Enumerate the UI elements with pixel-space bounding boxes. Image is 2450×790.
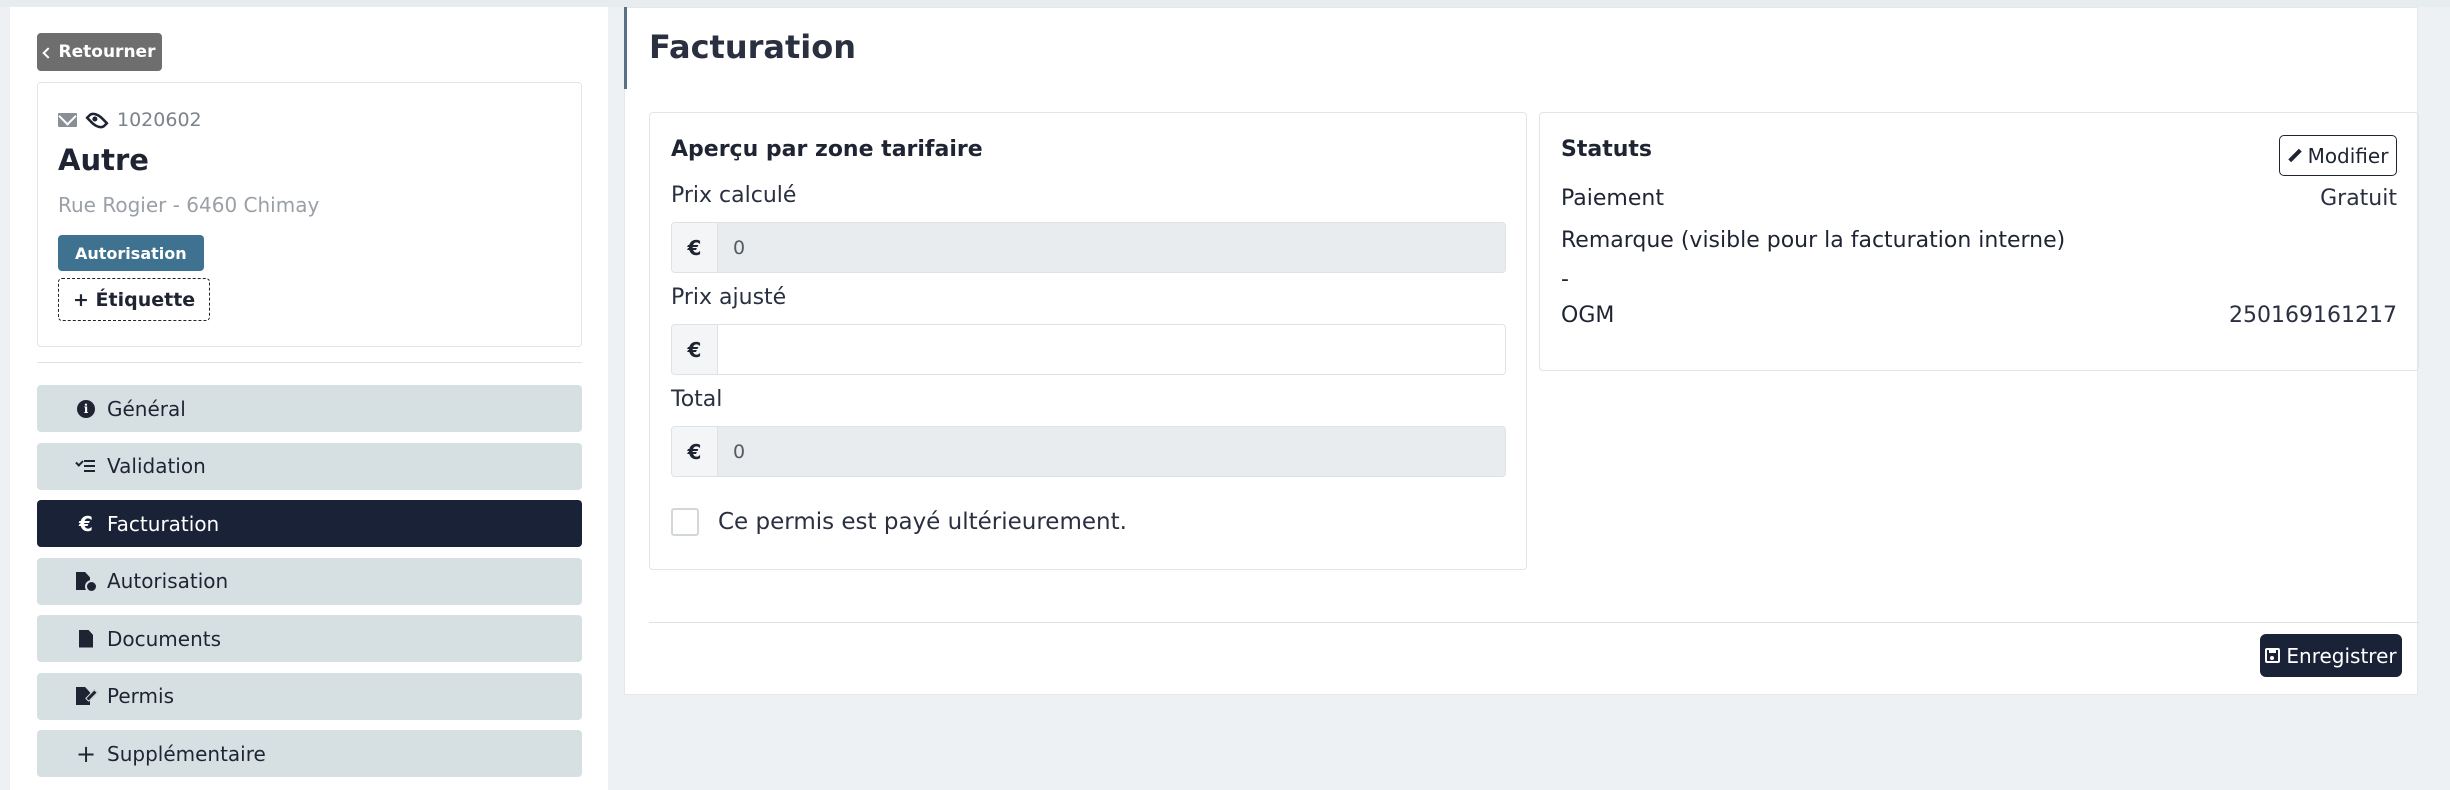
nav-item-label: Facturation [107, 511, 220, 536]
nav-item-autorisation[interactable]: Autorisation [37, 557, 582, 605]
nav-item-permis[interactable]: Permis [37, 672, 582, 720]
record-reference: 1020602 [117, 109, 202, 131]
file-clock-icon [76, 572, 98, 593]
remark-value: - [1561, 267, 1569, 292]
adjusted-price-label: Prix ajusté [671, 285, 787, 310]
adjusted-price-input[interactable] [718, 325, 1505, 374]
record-address: Rue Rogier - 6460 Chimay [58, 193, 320, 217]
total-field: 0 [718, 427, 1505, 476]
status-card-title: Statuts [1561, 137, 1652, 162]
back-button[interactable]: Retourner [37, 33, 162, 71]
envelope-icon[interactable] [58, 113, 77, 127]
nav-item-label: Supplémentaire [107, 741, 266, 766]
info-circle-icon: i [76, 399, 96, 418]
remark-label: Remarque (visible pour la facturation in… [1561, 228, 2066, 253]
ogm-value: 250169161217 [2229, 303, 2397, 328]
record-reference-line: 1020602 [58, 108, 202, 132]
nav-item-label: Documents [107, 626, 222, 651]
computed-price-field: 0 [718, 223, 1505, 272]
nav-item-documents[interactable]: Documents [37, 615, 582, 662]
chevron-left-icon [41, 46, 54, 59]
deferred-payment-checkbox[interactable] [671, 508, 699, 536]
payment-label: Paiement [1561, 186, 1664, 211]
sidebar-divider [37, 362, 582, 363]
euro-icon: € [672, 223, 718, 272]
plus-icon: + [75, 739, 97, 768]
save-button-label: Enregistrer [2286, 643, 2397, 668]
computed-price-label: Prix calculé [671, 183, 797, 208]
back-button-label: Retourner [58, 42, 156, 62]
computed-price-group: € 0 [671, 222, 1506, 273]
remark-value-row: - [1561, 267, 2397, 292]
add-tag-button[interactable]: + Étiquette [58, 278, 211, 321]
nav-item-label: Permis [107, 684, 174, 708]
nav-item-validation[interactable]: Validation [37, 442, 582, 490]
record-card: 1020602 Autre Rue Rogier - 6460 Chimay A… [37, 82, 582, 347]
ogm-label: OGM [1561, 303, 1615, 328]
floppy-disk-icon [2265, 648, 2281, 663]
remark-row: Remarque (visible pour la facturation in… [1561, 228, 2397, 253]
save-button[interactable]: Enregistrer [2260, 634, 2402, 677]
euro-icon: € [79, 511, 93, 536]
main-panel: Facturation Aperçu par zone tarifaire Pr… [624, 7, 2419, 695]
file-icon [76, 629, 96, 648]
total-group: € 0 [671, 426, 1506, 477]
nav-item-label: Validation [107, 454, 206, 478]
total-label: Total [671, 387, 723, 412]
nav-item-label: Général [107, 396, 186, 421]
pricing-card-title: Aperçu par zone tarifaire [671, 137, 983, 162]
payment-row: Paiement Gratuit [1561, 186, 2397, 211]
payment-value: Gratuit [2320, 186, 2397, 211]
sidebar: Retourner 1020602 Autre Rue Rogier - 646… [10, 7, 608, 790]
deferred-payment-label[interactable]: Ce permis est payé ultérieurement. [718, 509, 1127, 535]
list-check-icon [76, 459, 96, 473]
ogm-row: OGM 250169161217 [1561, 303, 2397, 328]
pricing-card: Aperçu par zone tarifaire Prix calculé €… [649, 112, 1527, 570]
sidebar-nav: i Général Validation € Facturation Autor… [37, 385, 582, 788]
modify-button[interactable]: Modifier [2279, 135, 2397, 176]
type-badge: Autorisation [58, 235, 204, 271]
pencil-icon [2288, 149, 2302, 163]
nav-item-facturation[interactable]: € Facturation [37, 500, 582, 547]
status-card: Statuts Modifier Paiement Gratuit Remarq… [1539, 112, 2419, 371]
nav-item-general[interactable]: i Général [37, 385, 582, 432]
record-title: Autre [58, 143, 149, 177]
modify-button-label: Modifier [2307, 143, 2389, 168]
euro-icon: € [672, 427, 718, 476]
adjusted-price-group: € [671, 324, 1506, 375]
file-signature-icon [76, 687, 96, 705]
title-accent-bar [624, 7, 627, 89]
euro-icon: € [672, 325, 718, 374]
top-strip [0, 0, 2450, 7]
footer-divider [649, 622, 2419, 623]
deferred-payment-row: Ce permis est payé ultérieurement. [671, 508, 1127, 536]
eye-icon[interactable] [85, 108, 109, 132]
page-title: Facturation [649, 28, 857, 66]
nav-item-supplementaire[interactable]: + Supplémentaire [37, 730, 582, 777]
nav-item-label: Autorisation [107, 569, 229, 593]
